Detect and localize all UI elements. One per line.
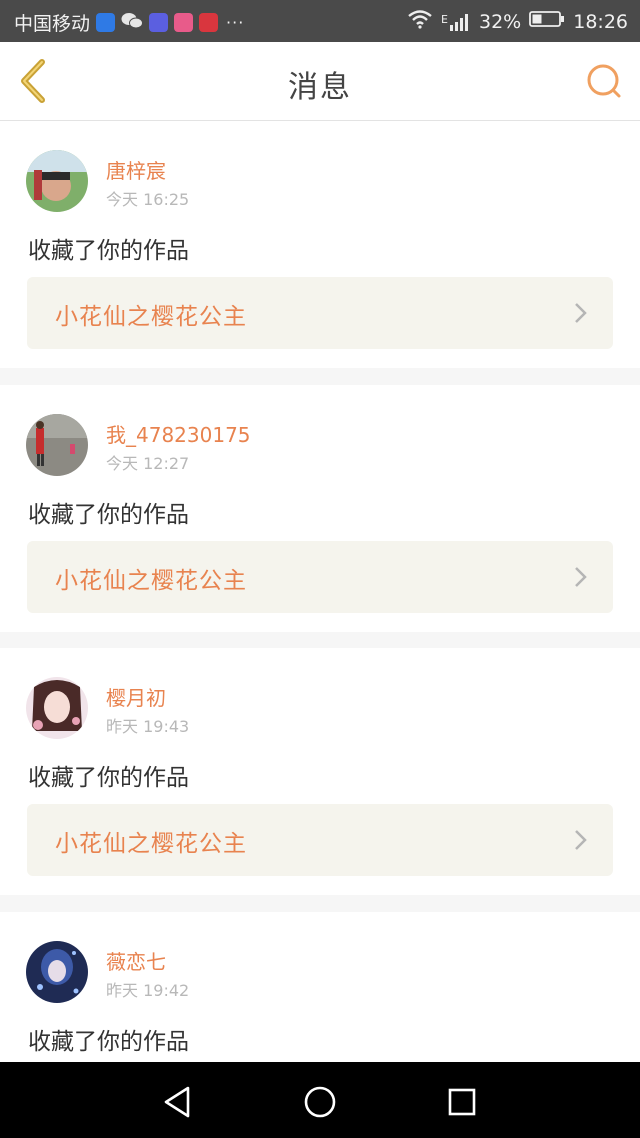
user-name[interactable]: 唐梓宸 — [106, 155, 166, 184]
search-button[interactable] — [584, 62, 624, 102]
more-notifications-icon: ··· — [226, 13, 245, 32]
message-time: 昨天 19:43 — [106, 717, 190, 736]
user-name[interactable]: 薇恋七 — [106, 946, 166, 975]
status-left: 中国移动 ··· — [14, 9, 244, 36]
message-card: 樱月初 昨天 19:43 收藏了你的作品 小花仙之樱花公主 — [0, 648, 640, 895]
avatar[interactable] — [26, 677, 88, 739]
message-time: 今天 12:27 — [106, 454, 190, 473]
message-action: 收藏了你的作品 — [28, 238, 189, 264]
battery-icon — [529, 10, 565, 33]
system-nav-bar — [0, 1062, 640, 1138]
carrier-label: 中国移动 — [14, 13, 91, 35]
battery-percent: 32% — [479, 10, 522, 33]
nav-home-button[interactable] — [298, 1080, 342, 1124]
work-title: 小花仙之樱花公主 — [55, 304, 247, 330]
page-title: 消息 — [288, 70, 352, 105]
avatar[interactable] — [26, 414, 88, 476]
work-title: 小花仙之樱花公主 — [55, 568, 247, 594]
user-name[interactable]: 我_478230175 — [106, 419, 251, 448]
message-time: 昨天 19:42 — [106, 981, 190, 1000]
user-name[interactable]: 樱月初 — [106, 682, 166, 711]
message-time: 今天 16:25 — [106, 190, 190, 209]
message-card: 我_478230175 今天 12:27 收藏了你的作品 小花仙之樱花公主 — [0, 385, 640, 632]
work-link[interactable]: 小花仙之樱花公主 — [27, 541, 613, 613]
triangle-back-icon — [164, 1086, 190, 1118]
chevron-right-icon — [575, 303, 587, 323]
music-app-icon — [174, 13, 194, 32]
wechat-icon — [121, 11, 144, 35]
status-right: E 32% 18:26 — [407, 9, 628, 34]
book-app-icon — [199, 13, 219, 32]
chevron-right-icon — [575, 830, 587, 850]
work-link[interactable]: 小花仙之樱花公主 — [27, 804, 613, 876]
search-icon — [587, 64, 621, 98]
square-recents-icon — [448, 1088, 476, 1116]
video-app-icon — [149, 13, 169, 32]
shield-app-icon — [96, 13, 116, 32]
message-action: 收藏了你的作品 — [28, 765, 189, 791]
signal-icon: E — [441, 13, 471, 31]
header: 消息 — [0, 42, 640, 121]
avatar[interactable] — [26, 941, 88, 1003]
work-title: 小花仙之樱花公主 — [55, 831, 247, 857]
nav-back-button[interactable] — [156, 1080, 200, 1124]
avatar[interactable] — [26, 150, 88, 212]
nav-recents-button[interactable] — [440, 1080, 484, 1124]
circle-home-icon — [304, 1086, 336, 1118]
clock: 18:26 — [573, 10, 628, 33]
network-type-label: E — [441, 12, 448, 26]
wifi-icon — [407, 9, 433, 34]
message-action: 收藏了你的作品 — [28, 1029, 189, 1055]
message-card: 薇恋七 昨天 19:42 收藏了你的作品 — [0, 912, 640, 1062]
chevron-right-icon — [575, 567, 587, 587]
work-link[interactable]: 小花仙之樱花公主 — [27, 277, 613, 349]
message-action: 收藏了你的作品 — [28, 502, 189, 528]
status-bar: 中国移动 ··· E 32% 18:26 — [0, 0, 640, 42]
message-card: 唐梓宸 今天 16:25 收藏了你的作品 小花仙之樱花公主 — [0, 121, 640, 368]
